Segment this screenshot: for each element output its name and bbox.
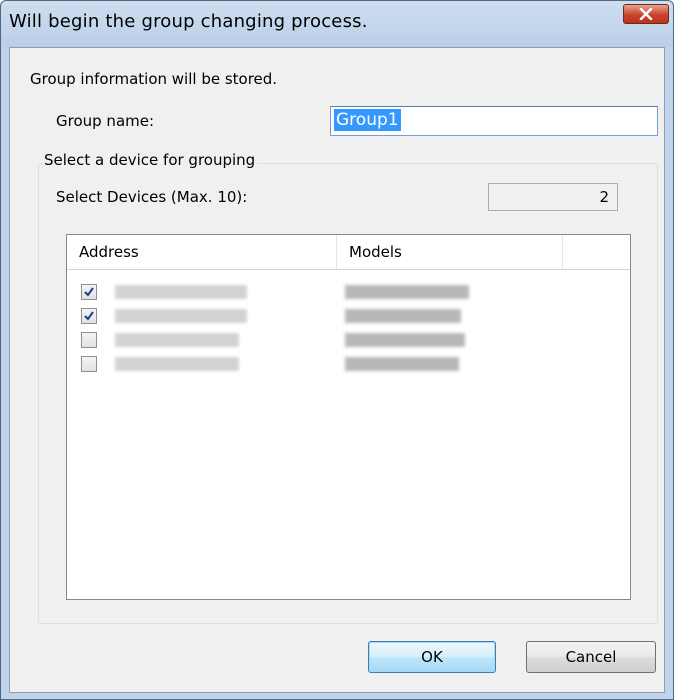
- list-header: Address Models: [67, 235, 630, 270]
- ok-button[interactable]: OK: [368, 641, 496, 673]
- device-list[interactable]: Address Models: [66, 234, 631, 600]
- column-header-address[interactable]: Address: [67, 235, 337, 269]
- groupbox-legend: Select a device for grouping: [42, 151, 258, 169]
- list-item[interactable]: [67, 281, 630, 306]
- title-bar[interactable]: Will begin the group changing process.: [1, 1, 673, 47]
- select-devices-label: Select Devices (Max. 10):: [56, 188, 248, 206]
- list-item[interactable]: [67, 329, 630, 354]
- close-button[interactable]: [623, 4, 669, 24]
- address-value: [115, 285, 247, 299]
- window-title: Will begin the group changing process.: [9, 11, 368, 32]
- group-name-input[interactable]: Group1: [330, 106, 658, 136]
- dialog-window: Will begin the group changing process. G…: [0, 0, 674, 700]
- column-header-models[interactable]: Models: [337, 235, 563, 269]
- address-value: [115, 309, 247, 323]
- list-item[interactable]: [67, 305, 630, 330]
- info-text: Group information will be stored.: [30, 70, 278, 88]
- model-value: [345, 357, 459, 371]
- model-value: [345, 309, 461, 323]
- list-item[interactable]: [67, 353, 630, 378]
- selected-count-field: 2: [488, 183, 618, 211]
- address-value: [115, 357, 239, 371]
- row-checkbox[interactable]: [81, 332, 97, 348]
- row-checkbox[interactable]: [81, 356, 97, 372]
- address-value: [115, 333, 239, 347]
- model-value: [345, 333, 465, 347]
- column-header-empty: [563, 235, 630, 269]
- dialog-body: Group information will be stored. Group …: [9, 47, 665, 693]
- row-checkbox[interactable]: [81, 284, 97, 300]
- group-name-value: Group1: [334, 109, 401, 131]
- close-icon: [639, 8, 653, 20]
- group-name-label: Group name:: [56, 112, 155, 130]
- model-value: [345, 285, 469, 299]
- cancel-button[interactable]: Cancel: [526, 641, 656, 673]
- row-checkbox[interactable]: [81, 308, 97, 324]
